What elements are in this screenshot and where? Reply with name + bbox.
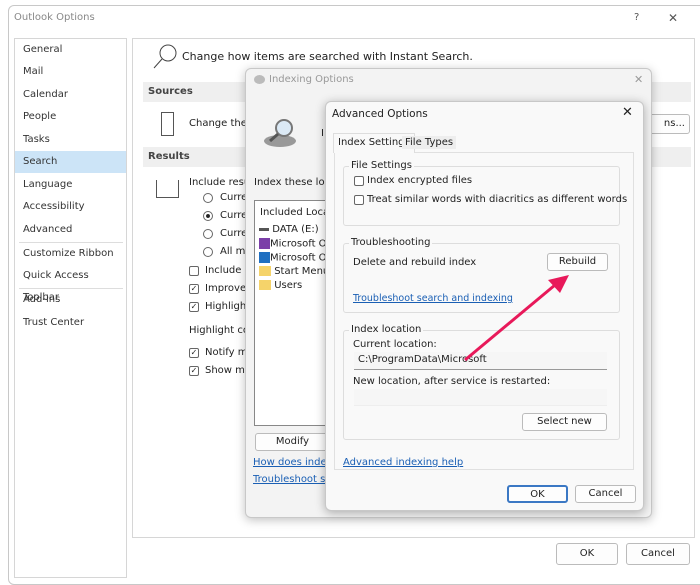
device-icon — [161, 112, 174, 136]
nav-item-calendar[interactable]: Calendar — [15, 84, 126, 106]
advanced-title: Advanced Options — [332, 108, 428, 120]
rebuild-button[interactable]: Rebuild — [547, 253, 608, 271]
delete-rebuild-label: Delete and rebuild index — [353, 257, 477, 268]
radio-option-2-selected[interactable] — [203, 211, 213, 221]
troubleshoot-search-link[interactable]: Troubleshoot search and indexing — [353, 293, 513, 304]
indexing-title: Indexing Options — [269, 74, 354, 85]
search-icon — [153, 44, 177, 69]
nav-item-customize-ribbon[interactable]: Customize Ribbon — [15, 243, 126, 265]
onenote-icon — [259, 238, 270, 249]
index-encrypted-checkbox[interactable] — [354, 176, 364, 186]
nav-item-add-ins[interactable]: Add-ins — [15, 289, 126, 311]
group-caption: Index location — [349, 324, 424, 335]
checkbox-improve[interactable]: ✓ — [189, 284, 199, 294]
radio-label: Curre — [220, 192, 248, 203]
locations-list[interactable]: Included Locatio DATA (E:) Microsoft On … — [254, 200, 342, 426]
nav-item-accessibility[interactable]: Accessibility — [15, 196, 126, 218]
diacritics-checkbox[interactable] — [354, 195, 364, 205]
checkbox-label: Treat similar words with diacritics as d… — [367, 194, 628, 205]
checkbox-include[interactable] — [189, 266, 199, 276]
nav-item-people[interactable]: People — [15, 106, 126, 128]
current-location-field: C:\ProgramData\Microsoft — [354, 352, 607, 370]
radio-option-1[interactable] — [203, 193, 213, 203]
radio-label: Curre — [220, 210, 248, 221]
include-results-label: Include resul — [189, 177, 253, 188]
radio-option-4[interactable] — [203, 247, 213, 257]
checkbox-label: Highlight — [205, 301, 251, 312]
indexing-status-text: I — [321, 128, 324, 139]
folder-icon — [259, 280, 271, 290]
list-item[interactable]: Start Menu — [259, 266, 329, 277]
nav-item-search[interactable]: Search — [15, 151, 126, 173]
window-title: Outlook Options — [14, 12, 95, 23]
indexing-close-button[interactable]: ✕ — [634, 73, 643, 86]
help-button[interactable]: ? — [634, 12, 639, 23]
checkbox-show-more[interactable]: ✓ — [189, 366, 199, 376]
nav-item-trust-center[interactable]: Trust Center — [15, 312, 126, 334]
list-item[interactable]: Users — [259, 280, 302, 291]
close-button[interactable]: ✕ — [668, 11, 678, 25]
inbox-icon — [156, 180, 179, 198]
current-location-label: Current location: — [353, 339, 437, 350]
nav-item-mail[interactable]: Mail — [15, 61, 126, 83]
nav-item-language[interactable]: Language — [15, 174, 126, 196]
indexing-icon — [254, 75, 265, 84]
new-location-label: New location, after service is restarted… — [353, 376, 551, 387]
advanced-indexing-help-link[interactable]: Advanced indexing help — [343, 457, 463, 468]
cancel-button[interactable]: Cancel — [626, 543, 690, 565]
checkbox-highlight[interactable]: ✓ — [189, 302, 199, 312]
outlook-icon — [259, 252, 270, 263]
radio-label: Curre — [220, 228, 248, 239]
advanced-cancel-button[interactable]: Cancel — [575, 485, 636, 503]
troubleshoot-link[interactable]: Troubleshoot sear — [253, 474, 325, 485]
group-caption: Troubleshooting — [349, 237, 433, 248]
list-item[interactable]: Microsoft Ou — [259, 252, 333, 264]
advanced-close-button[interactable]: ✕ — [622, 105, 633, 120]
nav-sidebar: General Mail Calendar People Tasks Searc… — [14, 38, 127, 578]
drive-search-icon — [264, 119, 296, 147]
nav-item-quick-access-toolbar[interactable]: Quick Access Toolbar — [15, 265, 126, 303]
list-item[interactable]: Microsoft On — [259, 238, 333, 250]
checkbox-notify[interactable]: ✓ — [189, 348, 199, 358]
checkbox-label: Improve — [205, 283, 247, 294]
tab-file-types[interactable]: File Types — [402, 136, 457, 149]
modify-button[interactable]: Modify — [255, 433, 330, 451]
how-indexing-link[interactable]: How does indexing — [253, 457, 325, 468]
checkbox-label: Index encrypted files — [367, 175, 473, 186]
new-location-field — [354, 389, 607, 406]
drive-icon — [259, 227, 269, 231]
list-item[interactable]: DATA (E:) — [259, 224, 319, 235]
section-header: Change how items are searched with Insta… — [182, 50, 473, 63]
nav-item-tasks[interactable]: Tasks — [15, 129, 126, 151]
group-caption: File Settings — [349, 160, 414, 171]
ok-button[interactable]: OK — [556, 543, 618, 565]
select-new-button[interactable]: Select new — [522, 413, 607, 431]
advanced-ok-button[interactable]: OK — [507, 485, 568, 503]
checkbox-label: Notify m — [205, 347, 248, 358]
nav-item-general[interactable]: General — [15, 39, 126, 61]
nav-item-advanced[interactable]: Advanced — [15, 219, 126, 241]
radio-option-3[interactable] — [203, 229, 213, 239]
highlight-color-label: Highlight co — [189, 325, 249, 336]
folder-icon — [259, 266, 271, 276]
